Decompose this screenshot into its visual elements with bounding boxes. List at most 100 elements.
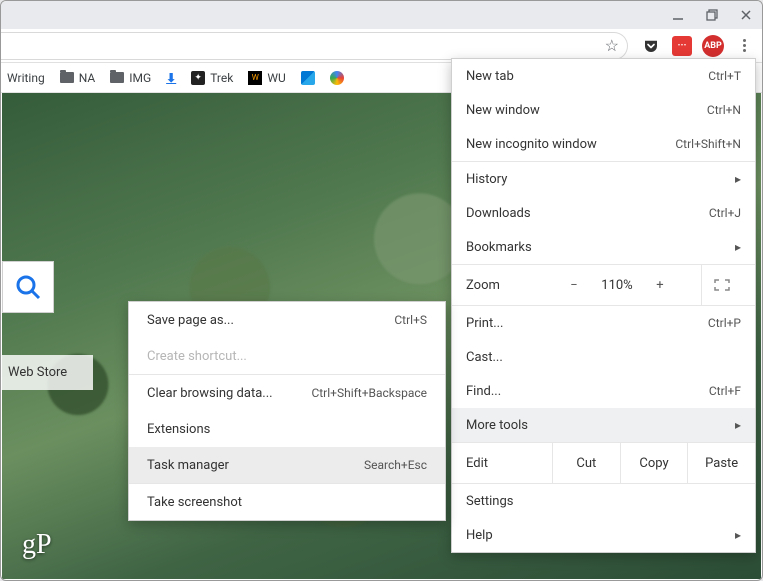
bookmark-folder-img[interactable]: IMG — [110, 71, 151, 85]
menu-shortcut: Ctrl+P — [708, 316, 741, 330]
bookmark-star-icon[interactable]: ☆ — [605, 36, 619, 55]
menu-shortcut: Ctrl+Shift+Backspace — [311, 386, 427, 400]
fullscreen-icon — [713, 278, 731, 292]
zoom-in-button[interactable]: + — [642, 278, 678, 293]
branding-logo: gP — [22, 529, 52, 561]
window-titlebar — [1, 1, 762, 29]
cloud-icon — [301, 71, 315, 85]
menu-label: New incognito window — [466, 137, 597, 152]
submenu-task-manager[interactable]: Task manager Search+Esc — [129, 447, 445, 483]
submenu-extensions[interactable]: Extensions — [129, 411, 445, 447]
fullscreen-button[interactable] — [701, 265, 741, 305]
menu-bookmarks[interactable]: Bookmarks ▸ — [452, 230, 755, 264]
minimize-button[interactable] — [668, 5, 688, 25]
bookmark-gphotos[interactable] — [330, 71, 344, 85]
menu-label: Help — [466, 528, 493, 543]
webstore-tile[interactable]: Web Store — [2, 355, 93, 390]
menu-label: Task manager — [147, 458, 229, 473]
chevron-right-icon: ▸ — [735, 172, 741, 186]
bookmark-label: NA — [79, 71, 96, 85]
bookmark-writing[interactable]: Writing — [7, 71, 45, 85]
submenu-take-screenshot[interactable]: Take screenshot — [129, 484, 445, 520]
menu-label: Take screenshot — [147, 495, 242, 510]
menu-label: New tab — [466, 69, 514, 84]
more-tools-submenu: Save page as... Ctrl+S Create shortcut...… — [128, 301, 446, 521]
chevron-right-icon: ▸ — [735, 418, 741, 432]
menu-edit-row: Edit Cut Copy Paste — [452, 443, 755, 483]
bookmark-wu[interactable]: W WU — [248, 71, 285, 85]
menu-shortcut: Ctrl+T — [708, 69, 741, 83]
bookmark-label: Writing — [7, 71, 45, 85]
search-launcher[interactable] — [2, 261, 54, 313]
bookmark-folder-na[interactable]: NA — [60, 71, 96, 85]
cut-button[interactable]: Cut — [552, 443, 620, 483]
edit-label: Edit — [452, 456, 552, 471]
bookmark-onedrive[interactable] — [301, 71, 315, 85]
bookmark-download[interactable]: ⬇ — [166, 71, 176, 85]
download-icon: ⬇ — [166, 71, 176, 85]
menu-new-window[interactable]: New window Ctrl+N — [452, 93, 755, 127]
zoom-out-button[interactable]: − — [556, 278, 592, 293]
pinwheel-icon — [330, 71, 344, 85]
menu-label: Find... — [466, 384, 501, 399]
menu-label: More tools — [466, 418, 528, 433]
menu-print[interactable]: Print... Ctrl+P — [452, 306, 755, 340]
submenu-save-page-as[interactable]: Save page as... Ctrl+S — [129, 302, 445, 338]
adblock-extension-icon[interactable]: ABP — [702, 35, 724, 57]
menu-more-tools[interactable]: More tools ▸ — [452, 408, 755, 442]
menu-label: Downloads — [466, 206, 531, 221]
menu-downloads[interactable]: Downloads Ctrl+J — [452, 196, 755, 230]
folder-icon — [110, 72, 124, 83]
menu-label: Extensions — [147, 422, 210, 437]
pocket-extension-icon[interactable] — [640, 35, 662, 57]
menu-history[interactable]: History ▸ — [452, 162, 755, 196]
bookmark-trek[interactable]: ✦ Trek — [191, 71, 233, 85]
menu-shortcut: Ctrl+F — [709, 384, 741, 398]
submenu-clear-browsing-data[interactable]: Clear browsing data... Ctrl+Shift+Backspa… — [129, 375, 445, 411]
menu-settings[interactable]: Settings — [452, 484, 755, 518]
menu-label: Bookmarks — [466, 240, 532, 255]
chevron-right-icon: ▸ — [735, 528, 741, 542]
bookmark-label: WU — [267, 71, 285, 85]
menu-shortcut: Ctrl+Shift+N — [675, 137, 741, 151]
menu-label: Clear browsing data... — [147, 386, 273, 401]
menu-label: History — [466, 172, 507, 187]
paste-button[interactable]: Paste — [687, 443, 755, 483]
menu-cast[interactable]: Cast... — [452, 340, 755, 374]
copy-button[interactable]: Copy — [620, 443, 688, 483]
menu-label: Settings — [466, 494, 513, 509]
webstore-label: Web Store — [8, 365, 67, 380]
menu-shortcut: Search+Esc — [364, 458, 427, 472]
menu-label: Save page as... — [147, 313, 234, 328]
folder-icon — [60, 72, 74, 83]
menu-find[interactable]: Find... Ctrl+F — [452, 374, 755, 408]
menu-label: New window — [466, 103, 540, 118]
submenu-create-shortcut: Create shortcut... — [129, 338, 445, 374]
menu-help[interactable]: Help ▸ — [452, 518, 755, 552]
menu-shortcut: Ctrl+N — [707, 103, 741, 117]
menu-new-tab[interactable]: New tab Ctrl+T — [452, 59, 755, 93]
menu-label: Create shortcut... — [147, 349, 247, 364]
zoom-label: Zoom — [466, 278, 556, 293]
menu-shortcut: Ctrl+J — [709, 206, 741, 220]
bookmark-label: IMG — [129, 71, 151, 85]
search-icon — [13, 272, 43, 302]
chrome-menu-button[interactable] — [734, 39, 754, 52]
extensions-area: ··· ABP — [628, 35, 762, 57]
close-button[interactable] — [736, 5, 756, 25]
menu-shortcut: Ctrl+S — [394, 313, 427, 327]
trek-icon: ✦ — [191, 71, 205, 85]
zoom-percent: 110% — [592, 278, 642, 293]
bookmark-label: Trek — [210, 71, 233, 85]
menu-label: Cast... — [466, 350, 503, 365]
wu-icon: W — [248, 71, 262, 85]
menu-zoom-row: Zoom − 110% + — [452, 265, 755, 305]
maximize-button[interactable] — [702, 5, 722, 25]
address-bar[interactable]: ☆ — [1, 32, 628, 60]
menu-incognito[interactable]: New incognito window Ctrl+Shift+N — [452, 127, 755, 161]
browser-window: ☆ ··· ABP Writing NA IMG ⬇ ✦ Trek W WU Web… — [0, 0, 763, 581]
red-extension-icon[interactable]: ··· — [672, 36, 692, 56]
menu-label: Print... — [466, 316, 503, 331]
chevron-right-icon: ▸ — [735, 240, 741, 254]
chrome-main-menu: New tab Ctrl+T New window Ctrl+N New incog… — [451, 58, 756, 553]
